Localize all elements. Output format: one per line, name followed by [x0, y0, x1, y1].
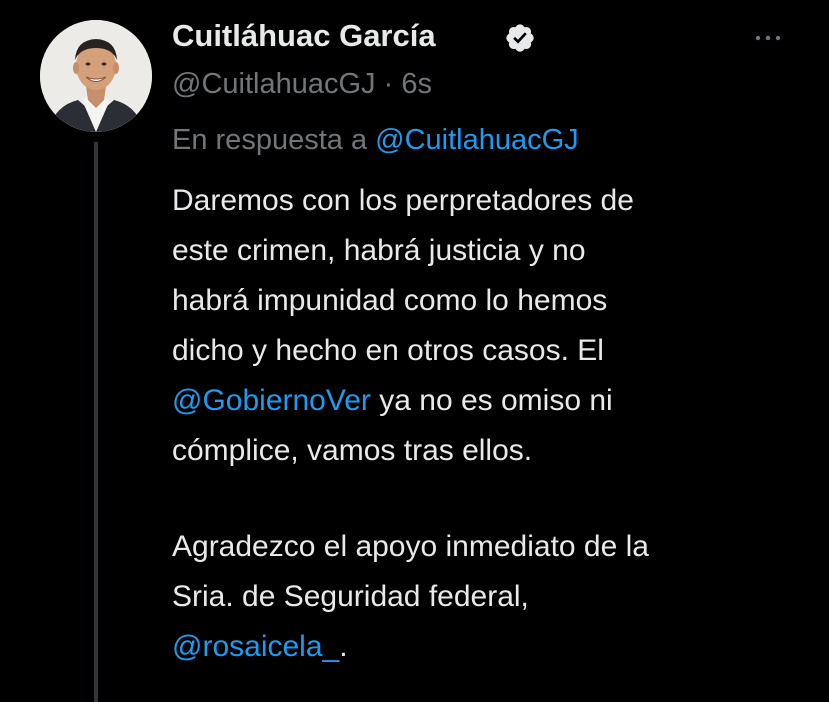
- timestamp[interactable]: 6s: [401, 68, 432, 100]
- tweet-text-paragraph-1: Daremos con los perpretadores de este cr…: [172, 176, 634, 476]
- handle-and-time: @CuitlahuacGJ · 6s: [172, 68, 432, 101]
- more-options-icon[interactable]: [748, 26, 788, 50]
- mention-link[interactable]: @rosaicela_: [172, 630, 339, 663]
- text-line: este crimen, habrá justicia y no: [172, 234, 586, 267]
- text-line: @rosaicela_.: [172, 622, 649, 672]
- text-line: @GobiernoVer ya no es omiso ni: [172, 376, 634, 426]
- reply-prefix: En respuesta a: [172, 124, 368, 156]
- tweet-card[interactable]: Cuitláhuac García @CuitlahuacGJ · 6s En …: [0, 0, 829, 702]
- avatar-photo: [40, 20, 152, 132]
- verified-badge-icon: [506, 24, 534, 52]
- tweet-text-paragraph-2: Agradezco el apoyo inmediato de la Sria.…: [172, 522, 649, 672]
- thread-connector-line: [94, 142, 98, 702]
- mention-link[interactable]: @GobiernoVer: [172, 384, 371, 417]
- reply-mention-link[interactable]: @CuitlahuacGJ: [375, 124, 579, 156]
- text-line: habrá impunidad como lo hemos: [172, 284, 608, 317]
- separator: ·: [383, 68, 394, 100]
- text-line: cómplice, vamos tras ellos.: [172, 434, 533, 467]
- handle[interactable]: @CuitlahuacGJ: [172, 68, 376, 100]
- text-line: Agradezco el apoyo inmediato de la: [172, 530, 649, 563]
- display-name[interactable]: Cuitláhuac García: [172, 18, 436, 54]
- text-fragment: .: [339, 630, 348, 663]
- text-line: Daremos con los perpretadores de: [172, 184, 634, 217]
- avatar[interactable]: [40, 20, 152, 132]
- text-line: dicho y hecho en otros casos. El: [172, 334, 604, 367]
- text-fragment: ya no es omiso ni: [370, 384, 613, 417]
- reply-context: En respuesta a @CuitlahuacGJ: [172, 124, 579, 157]
- text-line: Sria. de Seguridad federal,: [172, 580, 529, 613]
